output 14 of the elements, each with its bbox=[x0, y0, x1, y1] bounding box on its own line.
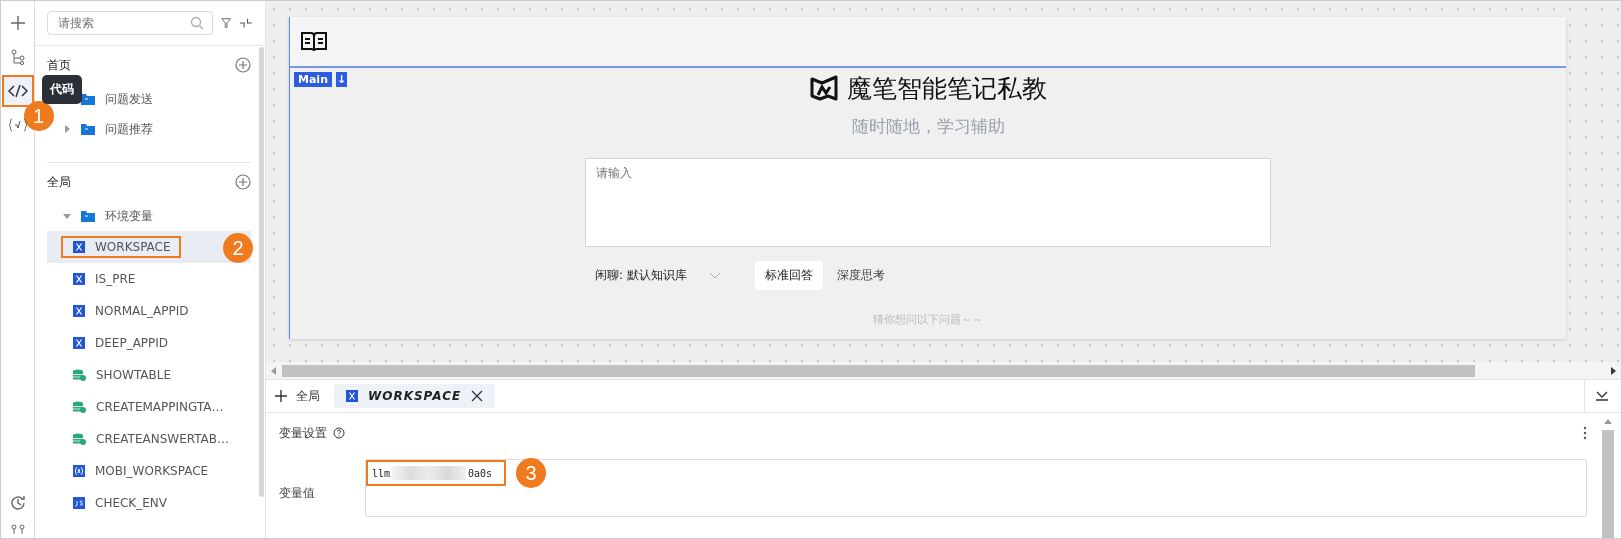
tooltip: 代码 bbox=[41, 75, 82, 104]
section-title: 全局 bbox=[47, 173, 71, 191]
section-title: 变量设置 bbox=[279, 424, 327, 442]
app-subtitle: 随时随地，学习辅助 bbox=[851, 115, 1005, 138]
callout-number: 3 bbox=[516, 458, 546, 488]
callout-number: 2 bbox=[223, 233, 253, 263]
field-label: 变量值 bbox=[279, 484, 315, 502]
section-title: 首页 bbox=[47, 56, 71, 74]
callout-number: 1 bbox=[23, 101, 54, 131]
value-text: 0a0s bbox=[468, 467, 493, 479]
value-text: llm bbox=[372, 467, 391, 479]
app-title: 魔笔智能笔记私教 bbox=[847, 73, 1047, 105]
main-label: Main bbox=[294, 72, 332, 87]
scope-label: 全局 bbox=[296, 387, 320, 405]
